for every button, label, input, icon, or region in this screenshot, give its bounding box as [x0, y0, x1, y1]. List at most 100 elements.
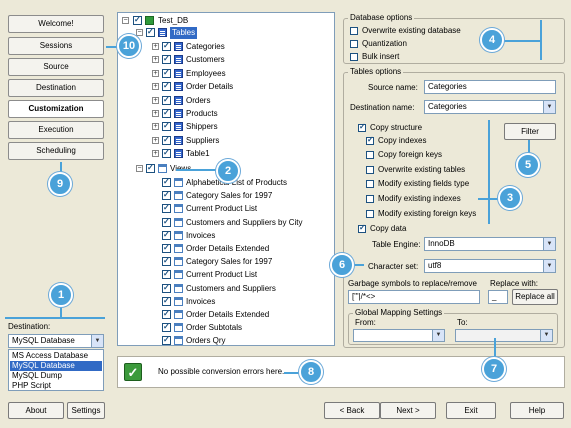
tree-table-item[interactable]: + Order Details — [118, 80, 334, 93]
checkbox-icon[interactable] — [162, 321, 171, 333]
checkbox-icon[interactable] — [162, 216, 171, 228]
checkbox-icon[interactable] — [162, 334, 171, 345]
checkbox-icon[interactable] — [162, 94, 171, 106]
checkbox-icon[interactable] — [162, 229, 171, 241]
chevron-down-icon[interactable]: ▼ — [91, 335, 103, 347]
table-option-checkbox[interactable] — [366, 166, 374, 174]
list-item[interactable]: MySQL Dump — [10, 371, 102, 381]
checkbox-icon[interactable] — [162, 255, 171, 267]
next-button[interactable]: Next > — [380, 402, 436, 419]
collapse-icon[interactable]: − — [122, 17, 129, 24]
table-engine-select[interactable]: InnoDB ▼ — [424, 237, 556, 251]
checkbox-icon[interactable] — [162, 268, 171, 280]
list-item-selected[interactable]: MySQL Database — [10, 361, 102, 371]
filter-button[interactable]: Filter — [504, 123, 556, 140]
tree-table-item[interactable]: + Employees — [118, 67, 334, 80]
checkbox-icon[interactable] — [162, 189, 171, 201]
checkbox-icon[interactable] — [162, 40, 171, 52]
checkbox-icon[interactable] — [146, 26, 155, 38]
tree-table-item[interactable]: + Categories — [118, 40, 334, 53]
tree-table-item[interactable]: + Orders — [118, 94, 334, 107]
exit-button[interactable]: Exit — [446, 402, 496, 419]
chevron-down-icon[interactable]: ▼ — [432, 330, 444, 341]
tree-view-item[interactable]: Customers and Suppliers — [118, 282, 334, 295]
replace-all-button[interactable]: Replace all — [512, 289, 558, 305]
bulk-insert-checkbox[interactable] — [350, 53, 358, 61]
tree-table-item[interactable]: + Customers — [118, 53, 334, 66]
checkbox-icon[interactable] — [162, 147, 171, 159]
settings-button[interactable]: Settings — [67, 402, 105, 419]
checkbox-icon[interactable] — [162, 134, 171, 146]
tree-view-item[interactable]: Customers and Suppliers by City — [118, 216, 334, 229]
tree-view-item[interactable]: Category Sales for 1997 — [118, 255, 334, 268]
expand-icon[interactable]: + — [152, 69, 159, 77]
back-button[interactable]: < Back — [324, 402, 380, 419]
mapping-from-select[interactable]: ▼ — [353, 329, 445, 342]
tree-view-item[interactable]: Current Product List — [118, 268, 334, 281]
checkbox-icon[interactable] — [162, 107, 171, 119]
nav-item-destination[interactable]: Destination — [8, 79, 104, 97]
nav-item-customization[interactable]: Customization — [8, 100, 104, 118]
tree-table-item[interactable]: + Suppliers — [118, 134, 334, 147]
chevron-down-icon[interactable]: ▼ — [543, 101, 555, 113]
table-option-checkbox[interactable] — [358, 122, 366, 132]
table-option-checkbox[interactable] — [366, 151, 374, 159]
checkbox-icon[interactable] — [162, 53, 171, 65]
checkbox-icon[interactable] — [162, 242, 171, 254]
table-option-checkbox[interactable] — [366, 135, 374, 145]
expand-icon[interactable]: + — [152, 56, 159, 64]
expand-icon[interactable]: + — [152, 150, 159, 158]
checkbox-icon[interactable] — [146, 162, 155, 174]
tree-view-item[interactable]: Category Sales for 1997 — [118, 189, 334, 202]
copy-data-checkbox[interactable] — [358, 223, 366, 233]
replace-with-field[interactable]: _ — [488, 290, 508, 304]
tree-table-item[interactable]: + Products — [118, 107, 334, 120]
garbage-field[interactable]: ["'|/*<> — [348, 290, 480, 304]
expand-icon[interactable]: + — [152, 83, 159, 91]
tree-view-item[interactable]: Orders Qry — [118, 334, 334, 345]
checkbox-icon[interactable] — [162, 202, 171, 214]
checkbox-icon[interactable] — [162, 282, 171, 294]
tree-view-item[interactable]: Order Details Extended — [118, 308, 334, 321]
tree-tables-node[interactable]: − Tables — [118, 26, 318, 39]
expand-icon[interactable]: + — [152, 43, 159, 50]
collapse-icon[interactable]: − — [136, 29, 143, 36]
tree-view-item[interactable]: Order Details Extended — [118, 242, 334, 255]
table-option-checkbox[interactable] — [366, 180, 374, 188]
chevron-down-icon[interactable]: ▼ — [540, 330, 552, 341]
collapse-icon[interactable]: − — [136, 165, 143, 172]
expand-icon[interactable]: + — [152, 110, 159, 117]
checkbox-icon[interactable] — [133, 14, 142, 26]
expand-icon[interactable]: + — [152, 123, 159, 131]
help-button[interactable]: Help — [510, 402, 564, 419]
expand-icon[interactable]: + — [152, 136, 159, 144]
nav-item-sessions[interactable]: Sessions — [8, 37, 104, 55]
table-option-checkbox[interactable] — [366, 210, 374, 218]
destination-list[interactable]: MS Access Database MySQL Database MySQL … — [8, 349, 104, 391]
checkbox-icon[interactable] — [162, 67, 171, 79]
tree-view-item[interactable]: Order Subtotals — [118, 321, 334, 334]
source-name-field[interactable]: Categories — [424, 80, 556, 94]
nav-item-welcome[interactable]: Welcome! — [8, 15, 104, 33]
chevron-down-icon[interactable]: ▼ — [543, 238, 555, 250]
tree-view-item[interactable]: Current Product List — [118, 202, 334, 215]
expand-icon[interactable]: + — [152, 96, 159, 104]
checkbox-icon[interactable] — [162, 80, 171, 92]
destination-select[interactable]: MySQL Database ▼ — [8, 334, 104, 348]
tree-view-item[interactable]: Invoices — [118, 295, 334, 308]
list-item[interactable]: MS Access Database — [10, 351, 102, 361]
nav-item-execution[interactable]: Execution — [8, 121, 104, 139]
list-item[interactable]: PHP Script — [10, 381, 102, 391]
nav-item-source[interactable]: Source — [8, 58, 104, 76]
character-set-select[interactable]: utf8 ▼ — [424, 259, 556, 273]
overwrite-db-checkbox[interactable] — [350, 27, 358, 35]
checkbox-icon[interactable] — [162, 295, 171, 307]
tree-view-item[interactable]: Invoices — [118, 229, 334, 242]
mapping-to-select[interactable]: ▼ — [455, 329, 553, 342]
checkbox-icon[interactable] — [162, 308, 171, 320]
about-button[interactable]: About — [8, 402, 64, 419]
destination-name-select[interactable]: Categories ▼ — [424, 100, 556, 114]
nav-item-scheduling[interactable]: Scheduling — [8, 142, 104, 160]
quantization-checkbox[interactable] — [350, 40, 358, 48]
tree-table-item[interactable]: + Shippers — [118, 120, 334, 133]
